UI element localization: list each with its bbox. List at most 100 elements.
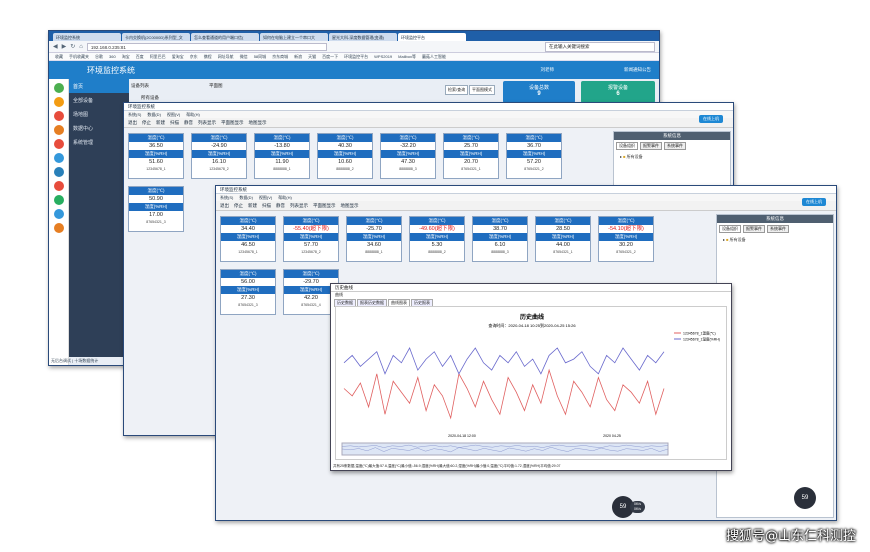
sensor-card[interactable]: 温度(℃) 56.00 湿度(%RH) 27.30 87654321_3 (220, 269, 276, 315)
sensor-card[interactable]: 温度(℃) 34.40 湿度(%RH) 46.50 12345678_1 (220, 216, 276, 262)
bookmark-link[interactable]: Mailbox等 (398, 54, 416, 60)
sensor-card[interactable]: 温度(℃) -25.70 湿度(%RH) 34.60 8888888_1 (346, 216, 402, 262)
sensor-card[interactable]: 温度(℃) -13.80 湿度(%RH) 11.90 8888888_1 (254, 133, 310, 179)
sensor-card[interactable]: 温度(℃) -32.20 湿度(%RH) 47.30 8888888_3 (380, 133, 436, 179)
url-input[interactable]: 192.168.0.235:81 (86, 42, 327, 51)
sidenav-item[interactable]: 首页 (69, 79, 129, 93)
online-button[interactable]: 在线上机 (699, 115, 723, 123)
menu-item[interactable]: 数据(D) (147, 112, 161, 117)
sensor-card[interactable]: 温度(℃) -55.40(超下限) 湿度(%RH) 57.70 12345678_2 (283, 216, 339, 262)
browser-tab[interactable]: 如何在电脑上建立一个串口大 (260, 33, 328, 41)
search-input[interactable]: 在此输入关键词搜索 (545, 41, 655, 52)
sidebar-app-icon[interactable] (53, 139, 64, 149)
sidebar-app-icon[interactable] (53, 97, 64, 107)
browser-tab[interactable]: 星光大科-深度数据管理(变通) (329, 33, 397, 41)
bookmark-link[interactable]: 手机收藏夹 (69, 54, 89, 60)
menu-item[interactable]: 帮助(H) (278, 195, 292, 200)
tab-system-events[interactable]: 系统事件 (664, 142, 686, 150)
tab-device-org[interactable]: 设备组织 (616, 142, 638, 150)
user-name[interactable]: 刘老师 (541, 67, 555, 73)
sensor-card[interactable]: 温度(℃) -54.10(超下限) 湿度(%RH) 30.20 87654321_2 (598, 216, 654, 262)
toolbar-button[interactable]: 停止 (234, 203, 243, 209)
browser-tab[interactable]: 环境监控平台 (398, 33, 466, 41)
sidebar-app-icon[interactable] (53, 223, 64, 233)
sidebar-app-icon[interactable] (53, 111, 64, 121)
toolbar-button[interactable]: 地图显示 (341, 203, 359, 209)
bookmark-link[interactable]: 百度一下 (322, 54, 338, 60)
search-button[interactable]: 检索/查询 (445, 85, 469, 95)
sidebar-app-icon[interactable] (53, 83, 64, 93)
browser-tab[interactable]: 卡内交换机(2C0000D)系列型_文 (122, 33, 190, 41)
sidebar-app-icon[interactable] (53, 125, 64, 135)
tree-root[interactable]: ▸ ■ 所有设备 (614, 152, 730, 162)
sidebar-app-icon[interactable] (53, 153, 64, 163)
refresh-icon[interactable]: ↻ (70, 43, 75, 50)
bookmark-link[interactable]: 爱淘宝 (172, 54, 184, 60)
tab-alarm-events[interactable]: 报警事件 (743, 225, 765, 233)
view-mode-button[interactable]: 平面图模式 (469, 85, 495, 95)
bookmark-link[interactable]: 携程 (204, 54, 212, 60)
menu-item[interactable]: 帮助(H) (186, 112, 200, 117)
toolbar-button[interactable]: 退出 (128, 120, 137, 126)
bookmark-link[interactable]: WPS2019 (374, 54, 392, 59)
sensor-card[interactable]: 温度(℃) 50.90 湿度(%RH) 17.00 87654321_3 (128, 186, 184, 232)
bookmark-link[interactable]: 58同城 (254, 54, 266, 60)
bookmark-link[interactable]: 谷歌 (95, 54, 103, 60)
toolbar-button[interactable]: 地图显示 (249, 120, 267, 126)
toolbar-button[interactable]: 新建 (248, 203, 257, 209)
sidenav-item[interactable]: 场地图 (69, 107, 129, 121)
toolbar-button[interactable]: 停止 (142, 120, 151, 126)
bookmark-link[interactable]: 新浪 (294, 54, 302, 60)
browser-tab[interactable]: 环境监控系统 (53, 33, 121, 41)
notice-link[interactable]: 新闻通知公告 (624, 67, 651, 73)
bookmark-link[interactable]: 微信 (240, 54, 248, 60)
toolbar-button[interactable]: 列表显示 (198, 120, 216, 126)
bookmark-link[interactable]: 蘑菇人工智能 (422, 54, 446, 60)
sidebar-app-icon[interactable] (53, 181, 64, 191)
sidebar-app-icon[interactable] (53, 209, 64, 219)
sensor-card[interactable]: 温度(℃) 40.30 湿度(%RH) 10.60 8888888_2 (317, 133, 373, 179)
toolbar-button[interactable]: 平面图显示 (313, 203, 336, 209)
menu-item[interactable]: 系统(S) (128, 112, 141, 117)
online-button[interactable]: 在线上机 (802, 198, 826, 206)
sensor-card[interactable]: 温度(℃) 36.70 湿度(%RH) 57.20 87654321_2 (506, 133, 562, 179)
bookmark-link[interactable]: 百度 (136, 54, 144, 60)
bookmark-link[interactable]: 淘宝 (122, 54, 130, 60)
bookmark-link[interactable]: 阿里巴巴 (150, 54, 166, 60)
browser-tab[interactable]: 怎么查看通道的用户端口信( (191, 33, 259, 41)
menu-item[interactable]: 视图(V) (259, 195, 272, 200)
bookmark-link[interactable]: 京东商城 (272, 54, 288, 60)
toolbar-button[interactable]: 列表显示 (290, 203, 308, 209)
tab-device-list[interactable]: 设备列表 (131, 83, 149, 89)
tree-root[interactable]: ▸ ■ 所有设备 (717, 235, 833, 245)
sensor-card[interactable]: 温度(℃) 38.70 湿度(%RH) 6.10 8888888_3 (472, 216, 528, 262)
menu-item[interactable]: 系统(S) (220, 195, 233, 200)
sensor-card[interactable]: 温度(℃) -24.90 湿度(%RH) 16.10 12345678_2 (191, 133, 247, 179)
sidebar-app-icon[interactable] (53, 167, 64, 177)
tab-alarm-events[interactable]: 报警事件 (640, 142, 662, 150)
sensor-card[interactable]: 温度(℃) -49.60(超下限) 湿度(%RH) 5.30 8888888_2 (409, 216, 465, 262)
toolbar-button[interactable]: 平面图显示 (221, 120, 244, 126)
sidebar-app-icon[interactable] (53, 195, 64, 205)
sidenav-item[interactable]: 数据中心 (69, 121, 129, 135)
tab-device-org[interactable]: 设备组织 (719, 225, 741, 233)
bookmark-link[interactable]: 天猫 (308, 54, 316, 60)
sidenav-item[interactable]: 系统管理 (69, 135, 129, 149)
bookmark-link[interactable]: 收藏 (55, 54, 63, 60)
sensor-card[interactable]: 温度(℃) 36.50 湿度(%RH) 51.60 12345678_1 (128, 133, 184, 179)
toolbar-button[interactable]: 静音 (184, 120, 193, 126)
cpu-gauge[interactable]: 59 (794, 487, 816, 509)
toolbar-button[interactable]: 静音 (276, 203, 285, 209)
home-icon[interactable]: ⌂ (79, 44, 83, 50)
toolbar-button[interactable]: 退出 (220, 203, 229, 209)
toolbar-button[interactable]: 扫描 (170, 120, 179, 126)
bookmark-link[interactable]: 环境监控平台 (344, 54, 368, 60)
toolbar-button[interactable]: 新建 (156, 120, 165, 126)
sensor-card[interactable]: 温度(℃) 25.70 湿度(%RH) 20.70 87654321_1 (443, 133, 499, 179)
sidenav-item[interactable]: 全部设备 (69, 93, 129, 107)
tree-root[interactable]: 所有设备 (141, 95, 159, 101)
menu-item[interactable]: 视图(V) (167, 112, 180, 117)
bookmark-link[interactable]: 京东 (190, 54, 198, 60)
tab-floorplan[interactable]: 平面图 (209, 83, 223, 89)
sensor-card[interactable]: 温度(℃) 28.50 湿度(%RH) 44.00 87654321_1 (535, 216, 591, 262)
